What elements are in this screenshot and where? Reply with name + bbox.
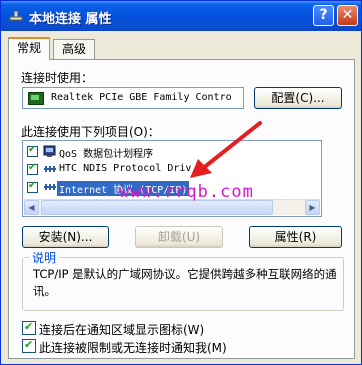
notify-checkbox[interactable]: [22, 338, 36, 353]
network-connection-icon: [9, 10, 23, 21]
protocol-icon: [44, 184, 56, 190]
properties-button[interactable]: 属性(R): [249, 226, 342, 248]
description-text: TCP/IP 是默认的广域网协议。它提供跨越多种互联网络的通讯。: [33, 267, 337, 298]
htc-checkbox[interactable]: [27, 162, 38, 175]
components-label: 此连接使用下列项目(O)：: [21, 125, 160, 139]
scroll-right-icon[interactable]: ▶: [305, 200, 320, 215]
qos-icon: [43, 145, 56, 157]
configure-button[interactable]: 配置(C)...: [254, 87, 342, 109]
item-label: QoS 数据包计划程序: [59, 149, 154, 160]
network-adapter-icon: [28, 92, 44, 105]
description-title: 说明: [29, 249, 60, 266]
title-bar[interactable]: 本地连接 属性 ? ✕: [1, 1, 361, 31]
close-button[interactable]: ✕: [337, 5, 358, 26]
show-icon-label: 连接后在通知区域显示图标(W): [39, 323, 205, 337]
scrollbar-thumb[interactable]: [41, 200, 273, 215]
properties-dialog: 本地连接 属性 ? ✕ 常规 高级 连接时使用： Realtek PCIe GB…: [0, 0, 362, 365]
notify-label: 此连接被限制或无连接时通知我(M): [39, 341, 227, 355]
tab-general[interactable]: 常规: [8, 37, 51, 60]
protocol-icon: [44, 166, 56, 172]
show-icon-checkbox[interactable]: [22, 320, 36, 335]
install-button[interactable]: 安装(N)...: [22, 226, 109, 248]
tcpip-checkbox[interactable]: [27, 180, 38, 193]
scroll-left-icon[interactable]: ◀: [24, 200, 39, 215]
tab-advanced[interactable]: 高级: [53, 39, 96, 59]
adapter-name: Realtek PCIe GBE Family Contro: [51, 92, 232, 103]
components-list[interactable]: QoS 数据包计划程序 HTC NDIS Protocol Driv Inter…: [22, 140, 322, 217]
red-arrow-annotation: [190, 121, 262, 178]
item-label: HTC NDIS Protocol Driv: [59, 163, 192, 174]
adapter-field: Realtek PCIe GBE Family Contro: [22, 87, 244, 109]
watermark: www.rrqb.com: [119, 182, 254, 202]
help-button[interactable]: ?: [313, 5, 334, 26]
uninstall-button[interactable]: 卸载(U): [135, 226, 223, 248]
window-title: 本地连接 属性: [29, 12, 112, 27]
connect-using-label: 连接时使用：: [21, 71, 94, 85]
qos-checkbox[interactable]: [27, 144, 38, 157]
